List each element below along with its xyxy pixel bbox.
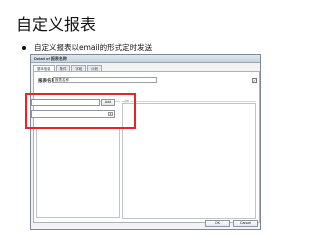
bullet-dot-icon [22,45,26,50]
slide-title: 自定义报表 [16,15,97,34]
highlight-box [25,93,136,129]
description-divider [122,101,256,102]
cancel-button[interactable]: Cancel [233,220,258,227]
ok-button[interactable]: OK [205,220,230,227]
dialog-title: Detail of 报表名称 [31,55,260,63]
enabled-checkbox[interactable]: ✓ [252,78,257,83]
report-dialog: Detail of 报表名称 基本信息 条件 字段 计划 报表名称 报表名称 ✓… [30,54,261,230]
bullet-text: 自定义报表以email的形式定时发送 [34,43,153,52]
recipient-list[interactable] [36,127,120,218]
bullet-item: 自定义报表以email的形式定时发送 [22,42,152,53]
report-name-input[interactable]: 报表名称 [53,77,157,83]
description-area[interactable] [122,103,256,219]
